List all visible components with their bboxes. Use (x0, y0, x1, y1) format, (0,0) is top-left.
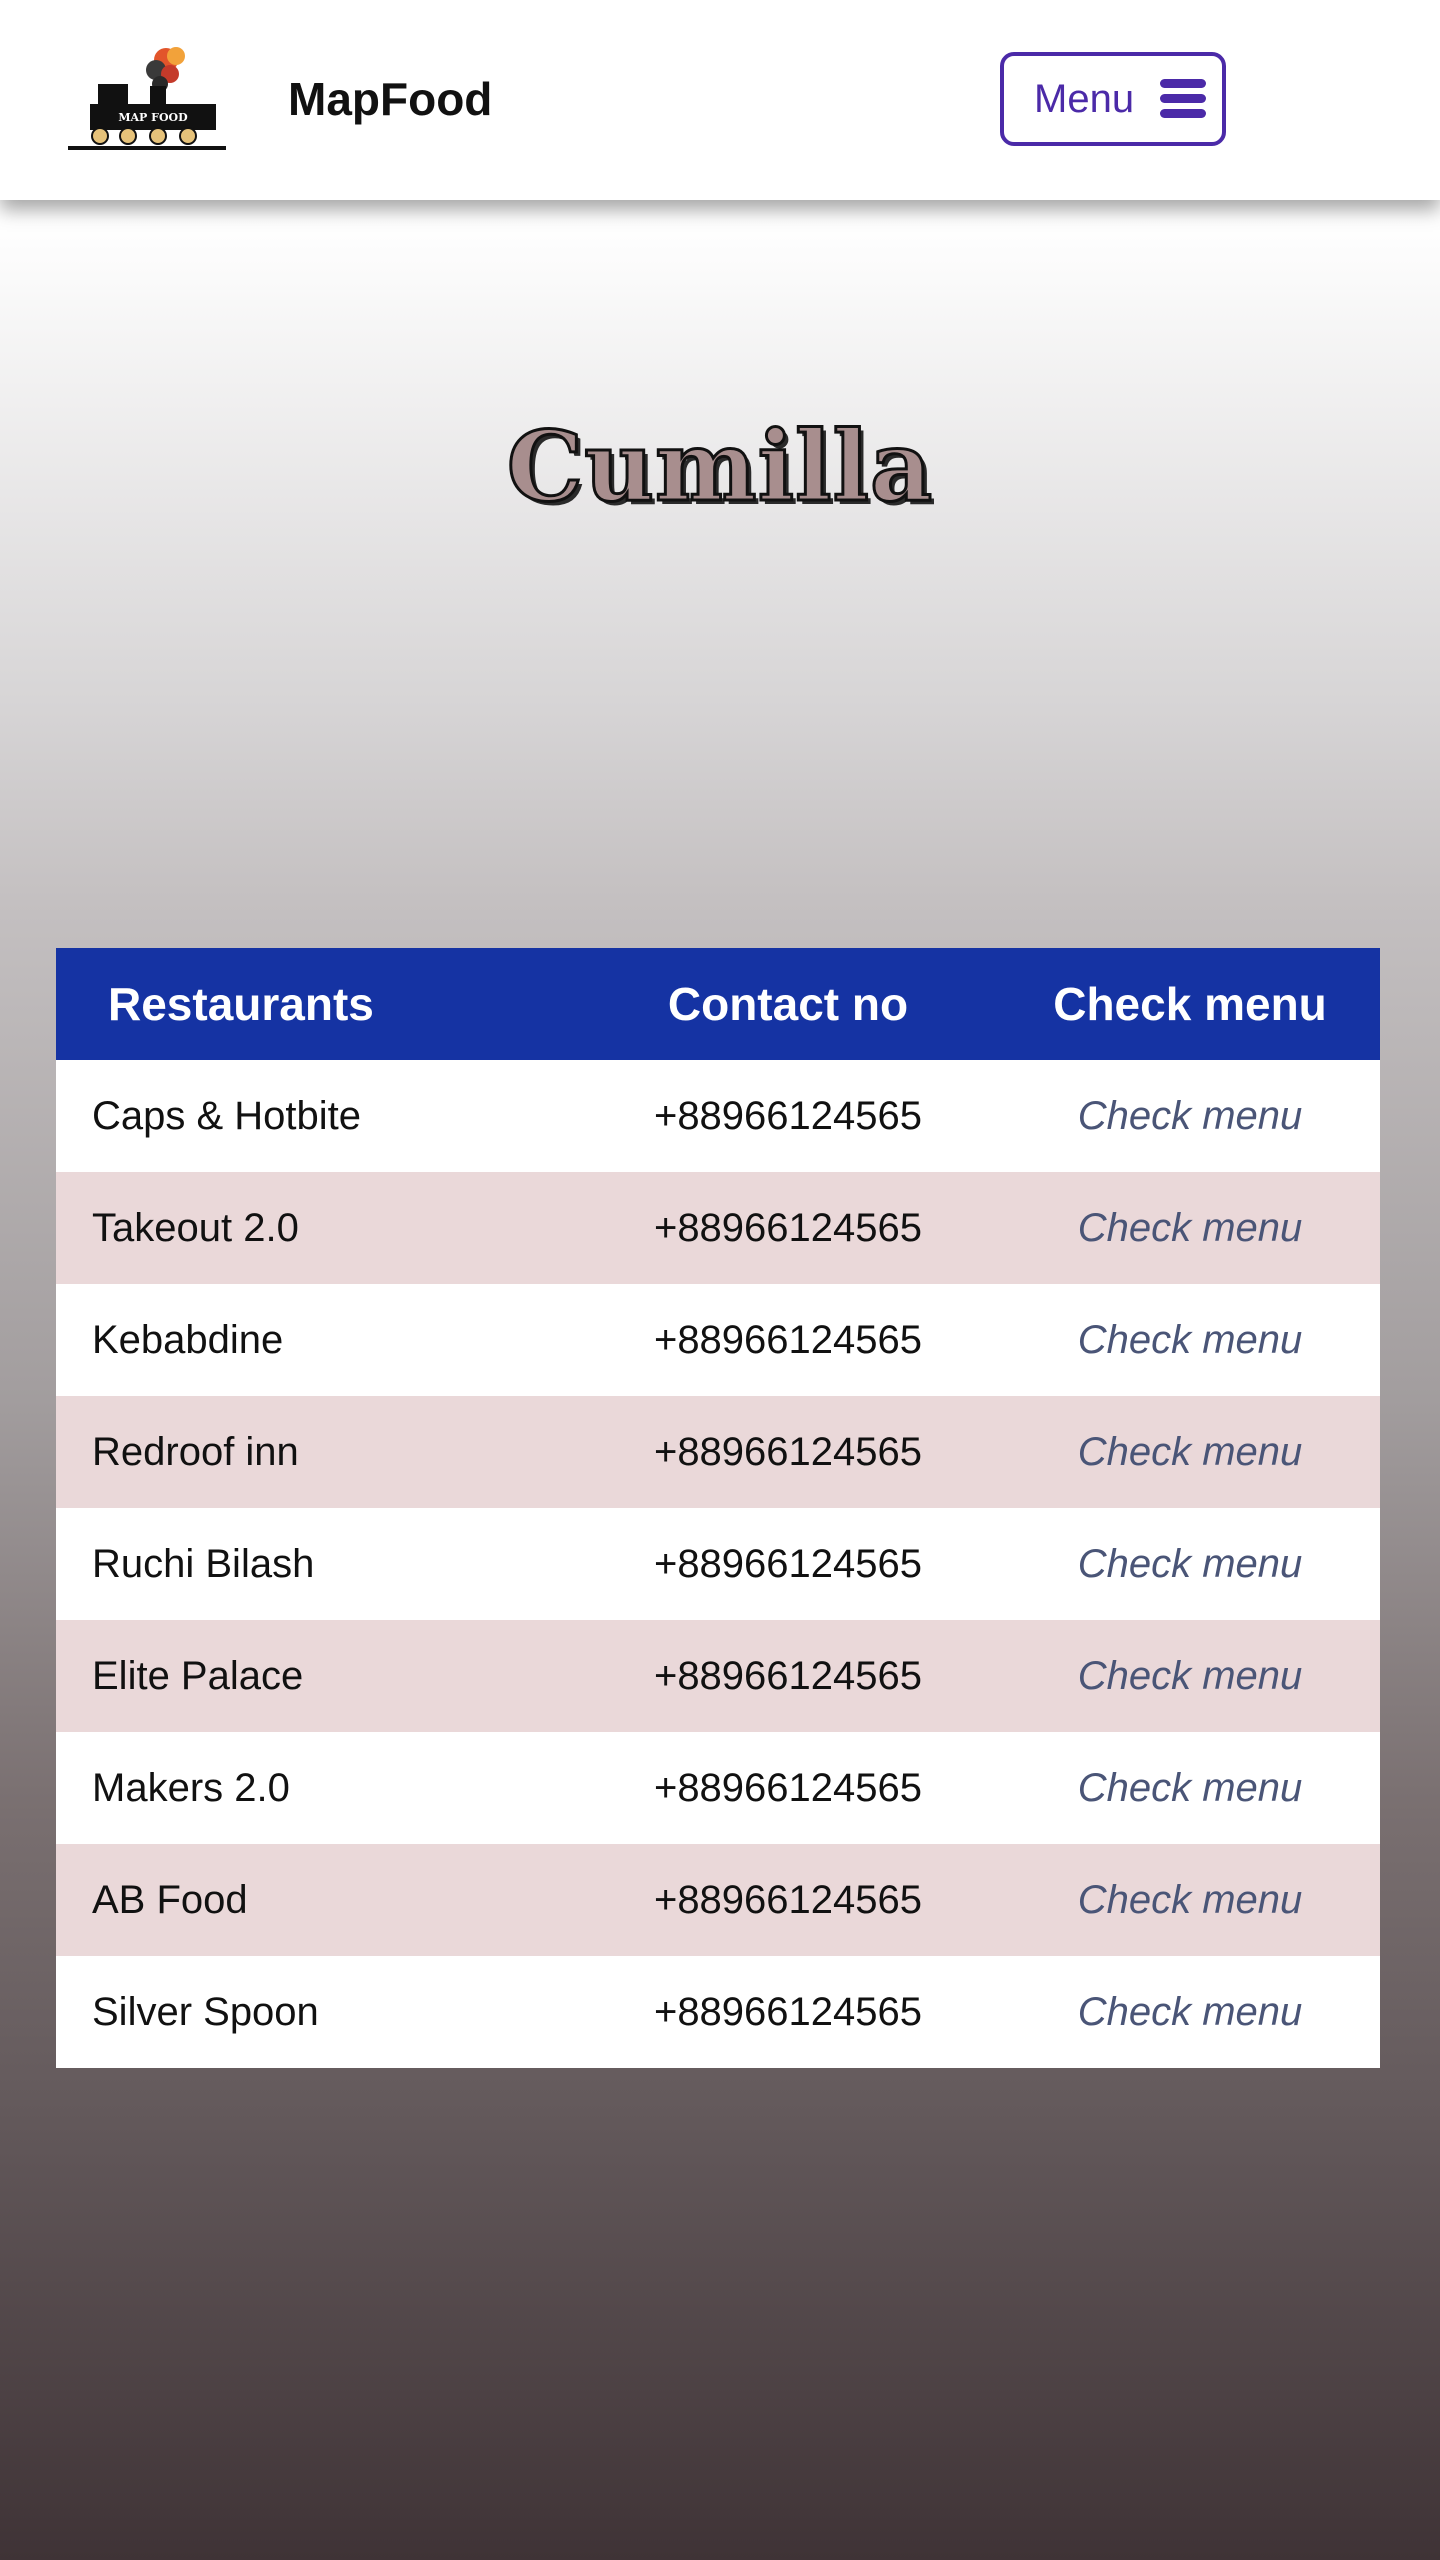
mapfood-logo[interactable]: MAP FOOD (68, 40, 228, 160)
contact-number: +88966124565 (653, 1317, 923, 1362)
restaurants-table: Restaurants Contact no Check menu Caps &… (56, 948, 1380, 2068)
contact-number: +88966124565 (653, 1205, 923, 1250)
contact-number: +88966124565 (653, 1653, 923, 1698)
check-menu-link[interactable]: Check menu (1000, 1542, 1380, 1587)
contact-number: +88966124565 (653, 1765, 923, 1810)
check-menu-link[interactable]: Check menu (1000, 1878, 1380, 1923)
menu-button[interactable]: Menu (1000, 52, 1226, 146)
menu-button-label: Menu (1034, 76, 1135, 121)
restaurant-name: Takeout 2.0 (92, 1205, 299, 1250)
table-row: AB Food +88966124565 Check menu (56, 1844, 1380, 1956)
column-header-contact: Contact no (667, 978, 909, 1030)
site-header: MAP FOOD MapFood Menu (0, 0, 1440, 200)
restaurant-name: Kebabdine (92, 1317, 284, 1362)
restaurant-name: Makers 2.0 (92, 1765, 290, 1810)
restaurant-name: Silver Spoon (92, 1989, 319, 2034)
check-menu-link[interactable]: Check menu (1000, 1990, 1380, 2035)
table-row: Redroof inn +88966124565 Check menu (56, 1396, 1380, 1508)
contact-number: +88966124565 (653, 1541, 923, 1586)
check-menu-link[interactable]: Check menu (1000, 1094, 1380, 1139)
column-header-restaurants: Restaurants (108, 978, 374, 1030)
table-row: Makers 2.0 +88966124565 Check menu (56, 1732, 1380, 1844)
table-row: Ruchi Bilash +88966124565 Check menu (56, 1508, 1380, 1620)
contact-number: +88966124565 (653, 1093, 923, 1138)
table-row: Kebabdine +88966124565 Check menu (56, 1284, 1380, 1396)
table-header: Restaurants Contact no Check menu (56, 948, 1380, 1060)
check-menu-link[interactable]: Check menu (1000, 1766, 1380, 1811)
restaurant-name: AB Food (92, 1877, 248, 1922)
check-menu-link[interactable]: Check menu (1000, 1430, 1380, 1475)
restaurant-name: Elite Palace (92, 1653, 304, 1698)
column-header-check-menu: Check menu (1053, 978, 1327, 1030)
contact-number: +88966124565 (653, 1877, 923, 1922)
table-row: Caps & Hotbite +88966124565 Check menu (56, 1060, 1380, 1172)
check-menu-link[interactable]: Check menu (1000, 1318, 1380, 1363)
table-row: Elite Palace +88966124565 Check menu (56, 1620, 1380, 1732)
check-menu-link[interactable]: Check menu (1000, 1654, 1380, 1699)
page-title: Cumilla (505, 409, 934, 525)
logo-text: MAP FOOD (118, 111, 188, 124)
table-row: Takeout 2.0 +88966124565 Check menu (56, 1172, 1380, 1284)
table-row: Silver Spoon +88966124565 Check menu (56, 1956, 1380, 2068)
brand-name[interactable]: MapFood (288, 72, 492, 126)
restaurant-name: Ruchi Bilash (92, 1541, 315, 1586)
hamburger-icon (1160, 79, 1207, 119)
contact-number: +88966124565 (653, 1429, 923, 1474)
contact-number: +88966124565 (653, 1989, 923, 2034)
restaurant-name: Caps & Hotbite (92, 1093, 362, 1138)
train-logo-icon: MAP FOOD (68, 47, 226, 150)
check-menu-link[interactable]: Check menu (1000, 1206, 1380, 1251)
restaurant-name: Redroof inn (92, 1429, 299, 1474)
